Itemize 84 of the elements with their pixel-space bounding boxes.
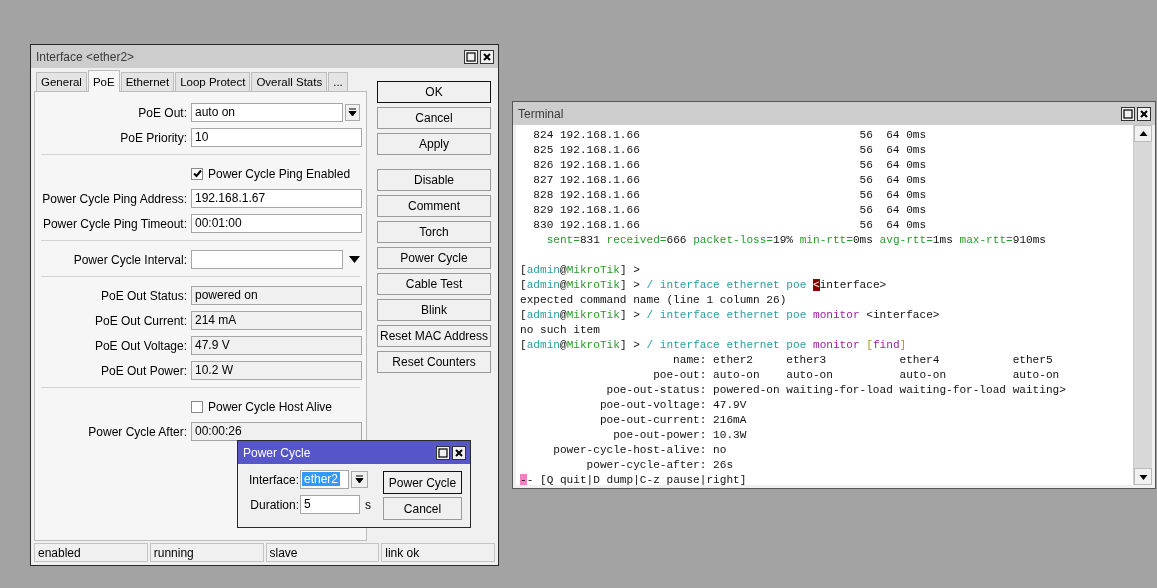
- terminal-line: 830 192.168.1.66 56 64 0ms: [532, 218, 928, 233]
- terminal-line: 825 192.168.1.66 56 64 0ms: [532, 143, 928, 158]
- window-title: Terminal: [518, 106, 564, 121]
- scroll-down-icon[interactable]: [1134, 468, 1152, 485]
- command-button[interactable]: Reset Counters: [377, 351, 491, 373]
- command-button[interactable]: Cable Test: [377, 273, 491, 295]
- status-cell: link ok: [381, 543, 495, 562]
- checkbox-label: Power Cycle Host Alive: [208, 399, 333, 414]
- unit-label: s: [365, 497, 371, 512]
- command-button[interactable]: Comment: [377, 195, 491, 217]
- terminal-line: [admin@MikroTik] > / interface ethernet poe <interface>: [520, 278, 888, 293]
- dialog-button[interactable]: Cancel: [383, 497, 462, 520]
- tab[interactable]: Ethernet: [120, 72, 175, 91]
- dropdown-field[interactable]: auto on: [191, 103, 343, 122]
- terminal-line: [admin@MikroTik] >: [520, 263, 641, 278]
- input-field[interactable]: 5: [300, 495, 360, 514]
- terminal-line: 826 192.168.1.66 56 64 0ms: [532, 158, 928, 173]
- terminal-line: poe-out: auto-on auto-on auto-on auto-on: [652, 368, 1061, 383]
- field-label: PoE Priority:: [119, 130, 188, 145]
- maximize-icon[interactable]: [436, 445, 450, 460]
- dropdown-field[interactable]: [191, 250, 343, 269]
- field-label: Power Cycle Interval:: [72, 252, 188, 267]
- field-label: PoE Out Current:: [93, 313, 188, 328]
- field-label: Power Cycle Ping Address:: [41, 191, 188, 206]
- terminal-line: poe-out-voltage: 47.9V: [598, 398, 748, 413]
- status-cell: slave: [265, 543, 380, 562]
- terminal-line: 824 192.168.1.66 56 64 0ms: [532, 128, 928, 143]
- readonly-field: 214 mA: [191, 311, 362, 330]
- tab[interactable]: Loop Protect: [175, 72, 251, 91]
- command-button[interactable]: Disable: [377, 169, 491, 191]
- readonly-field: 47.9 V: [191, 336, 362, 355]
- checkbox[interactable]: [191, 400, 203, 413]
- dialog-button[interactable]: OK: [377, 81, 491, 103]
- input-field[interactable]: 10: [191, 128, 362, 147]
- triangle-down-icon[interactable]: [349, 256, 360, 263]
- dialog-button[interactable]: Apply: [377, 133, 491, 155]
- terminal-line: no such item: [520, 323, 601, 338]
- field-label: PoE Out Status:: [99, 288, 188, 303]
- field-label: Interface:: [247, 472, 300, 487]
- command-button[interactable]: Reset MAC Address: [377, 325, 491, 347]
- status-cell: running: [149, 543, 264, 562]
- field-label: PoE Out Power:: [99, 363, 188, 378]
- window-title: Interface <ether2>: [36, 49, 135, 64]
- terminal-line: power-cycle-after: 26s: [585, 458, 735, 473]
- command-button[interactable]: Blink: [377, 299, 491, 321]
- terminal-line: 829 192.168.1.66 56 64 0ms: [532, 203, 928, 218]
- terminal-line: 828 192.168.1.66 56 64 0ms: [532, 188, 928, 203]
- readonly-field: 10.2 W: [191, 361, 362, 380]
- terminal-line: poe-out-status: powered-on waiting-for-load waiting-for-load waiting>: [605, 383, 1067, 398]
- tab[interactable]: ...: [328, 72, 348, 91]
- field-label: Power Cycle Ping Timeout:: [41, 216, 188, 231]
- field-label: PoE Out Voltage:: [93, 338, 188, 353]
- terminal-line: [admin@MikroTik] > / interface ethernet poe monitor [find]: [520, 338, 908, 353]
- readonly-field: powered on: [191, 286, 362, 305]
- close-icon[interactable]: [452, 445, 466, 460]
- terminal-line: expected command name (line 1 column 26): [520, 293, 788, 308]
- status-cell: enabled: [34, 543, 148, 562]
- terminal-line: power-cycle-host-alive: no: [552, 443, 728, 458]
- command-button[interactable]: Torch: [377, 221, 491, 243]
- terminal-line: poe-out-power: 10.3W: [612, 428, 748, 443]
- readonly-field: 00:00:26: [191, 422, 362, 441]
- terminal-line: -- [Q quit|D dump|C-z pause|right]: [520, 473, 748, 485]
- tab[interactable]: Overall Stats: [251, 72, 328, 91]
- command-button[interactable]: Power Cycle: [377, 247, 491, 269]
- checkbox[interactable]: [191, 167, 203, 180]
- selected-value: ether2: [302, 472, 341, 486]
- dialog-button[interactable]: Cancel: [377, 107, 491, 129]
- dialog-title: Power Cycle: [243, 445, 311, 460]
- input-field[interactable]: 192.168.1.67: [191, 189, 362, 208]
- terminal-line: name: ether2 ether3 ether4 ether5: [672, 353, 1054, 368]
- tab[interactable]: PoE: [87, 70, 120, 92]
- checkbox-label: Power Cycle Ping Enabled: [208, 166, 351, 181]
- field-label: PoE Out:: [137, 105, 188, 120]
- scrollbar[interactable]: [1133, 125, 1152, 485]
- field-label: Power Cycle After:: [87, 424, 188, 439]
- field-label: Duration:: [249, 497, 300, 512]
- input-field[interactable]: 00:01:00: [191, 214, 362, 233]
- dialog-button[interactable]: Power Cycle: [383, 471, 462, 494]
- tab[interactable]: General: [36, 72, 87, 91]
- terminal-line: poe-out-current: 216mA: [598, 413, 748, 428]
- terminal-line: [admin@MikroTik] > / interface ethernet poe monitor <interface>: [520, 308, 941, 323]
- terminal-line: 827 192.168.1.66 56 64 0ms: [532, 173, 928, 188]
- terminal-line: sent=831 received=666 packet-loss=19% min-rtt=0ms avg-rtt=1ms max-rtt=910ms: [545, 233, 1048, 248]
- scroll-up-icon[interactable]: [1134, 125, 1152, 142]
